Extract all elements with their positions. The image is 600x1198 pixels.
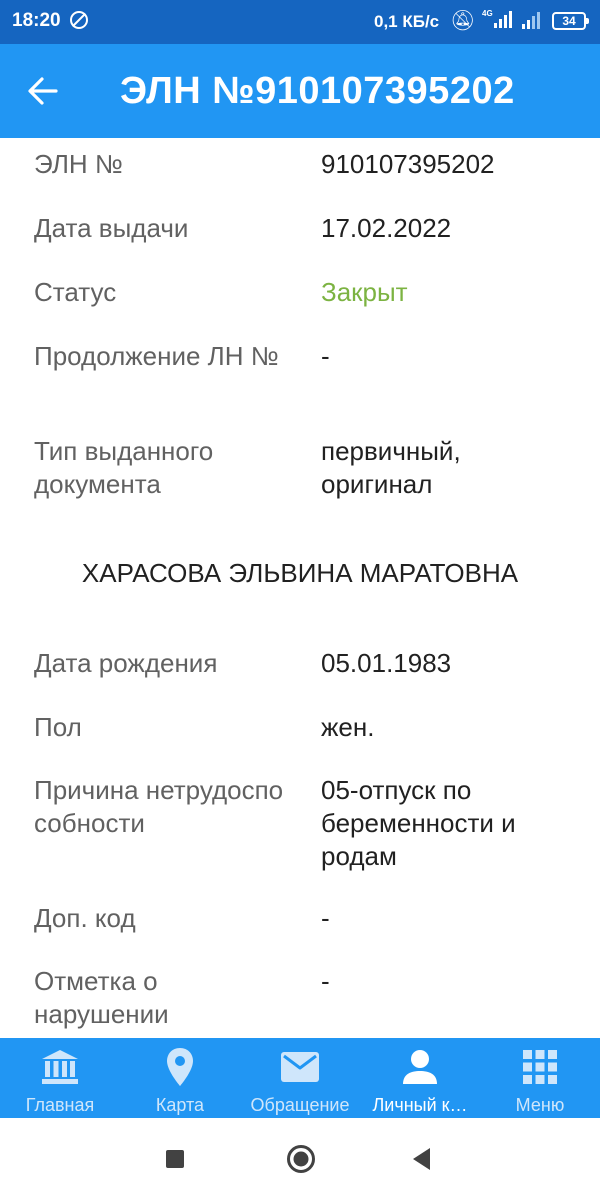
system-navigation-bar <box>0 1118 600 1198</box>
nav-item-home[interactable]: Главная <box>0 1038 120 1118</box>
detail-label: Продолжение ЛН № <box>34 341 279 371</box>
map-pin-icon <box>167 1048 193 1086</box>
detail-value: - <box>321 903 330 933</box>
envelope-icon <box>281 1052 319 1082</box>
detail-label: Доп. код <box>34 903 136 933</box>
detail-label: Пол <box>34 712 82 742</box>
nav-label: Обращение <box>250 1095 350 1115</box>
detail-value: жен. <box>321 712 375 742</box>
back-triangle-icon[interactable] <box>410 1146 432 1172</box>
dnd-icon <box>70 11 88 29</box>
nav-label: Карта <box>155 1095 205 1115</box>
detail-label: Статус <box>34 277 117 307</box>
person-icon <box>403 1050 437 1084</box>
grid-icon <box>523 1050 557 1084</box>
muted-bell-icon: 🔕︎ <box>450 10 476 32</box>
nav-item-personal-account[interactable]: Личный к… <box>360 1038 480 1118</box>
status-bar: 18:20 0,1 КБ/с 🔕︎ 4G 34 <box>0 0 600 44</box>
nav-label: Меню <box>515 1095 565 1115</box>
app-bar: ЭЛН №910107395202 <box>0 44 600 138</box>
network-speed: 0,1 КБ/с <box>374 12 440 31</box>
detail-label: Дата рождения <box>34 648 218 678</box>
nav-item-map[interactable]: Карта <box>120 1038 240 1118</box>
status-value: Закрыт <box>321 277 408 307</box>
nav-item-menu[interactable]: Меню <box>480 1038 600 1118</box>
eln-details: ЭЛН № 910107395202 Дата выдачи 17.02.202… <box>0 138 600 1038</box>
back-arrow-icon[interactable] <box>26 74 60 108</box>
battery-icon: 34 <box>552 12 589 30</box>
bottom-navigation: Главная Карта Обращение Личный к… Меню <box>0 1038 600 1118</box>
status-time: 18:20 <box>12 10 61 31</box>
nav-item-appeal[interactable]: Обращение <box>240 1038 360 1118</box>
detail-value: 05-отпуск по беременности и родам <box>321 775 516 871</box>
detail-label: Причина нетрудоспособности <box>34 775 284 838</box>
bank-icon <box>42 1050 78 1084</box>
detail-value: - <box>321 341 330 371</box>
detail-value: первичный, оригинал <box>321 436 461 499</box>
detail-label: Дата выдачи <box>34 213 189 243</box>
detail-value: - <box>321 966 330 996</box>
detail-label: Тип выданного документа <box>34 436 214 499</box>
svg-text:4G: 4G <box>482 9 493 18</box>
signal-4g-icon: 4G <box>482 9 512 28</box>
detail-value: 910107395202 <box>321 149 495 179</box>
detail-value: 05.01.1983 <box>321 648 452 678</box>
nav-label: Личный к… <box>372 1095 468 1115</box>
detail-label: Отметка о нарушении режима <box>34 966 169 1038</box>
detail-value: 17.02.2022 <box>321 213 452 243</box>
recent-apps-icon[interactable] <box>166 1150 184 1168</box>
patient-name: ХАРАСОВА ЭЛЬВИНА МАРАТОВНА <box>81 558 519 588</box>
page-title: ЭЛН №910107395202 <box>120 70 515 112</box>
detail-label: ЭЛН № <box>34 149 123 179</box>
home-circle-icon[interactable] <box>286 1144 316 1174</box>
nav-label: Главная <box>25 1095 95 1115</box>
signal-icon <box>522 12 540 29</box>
